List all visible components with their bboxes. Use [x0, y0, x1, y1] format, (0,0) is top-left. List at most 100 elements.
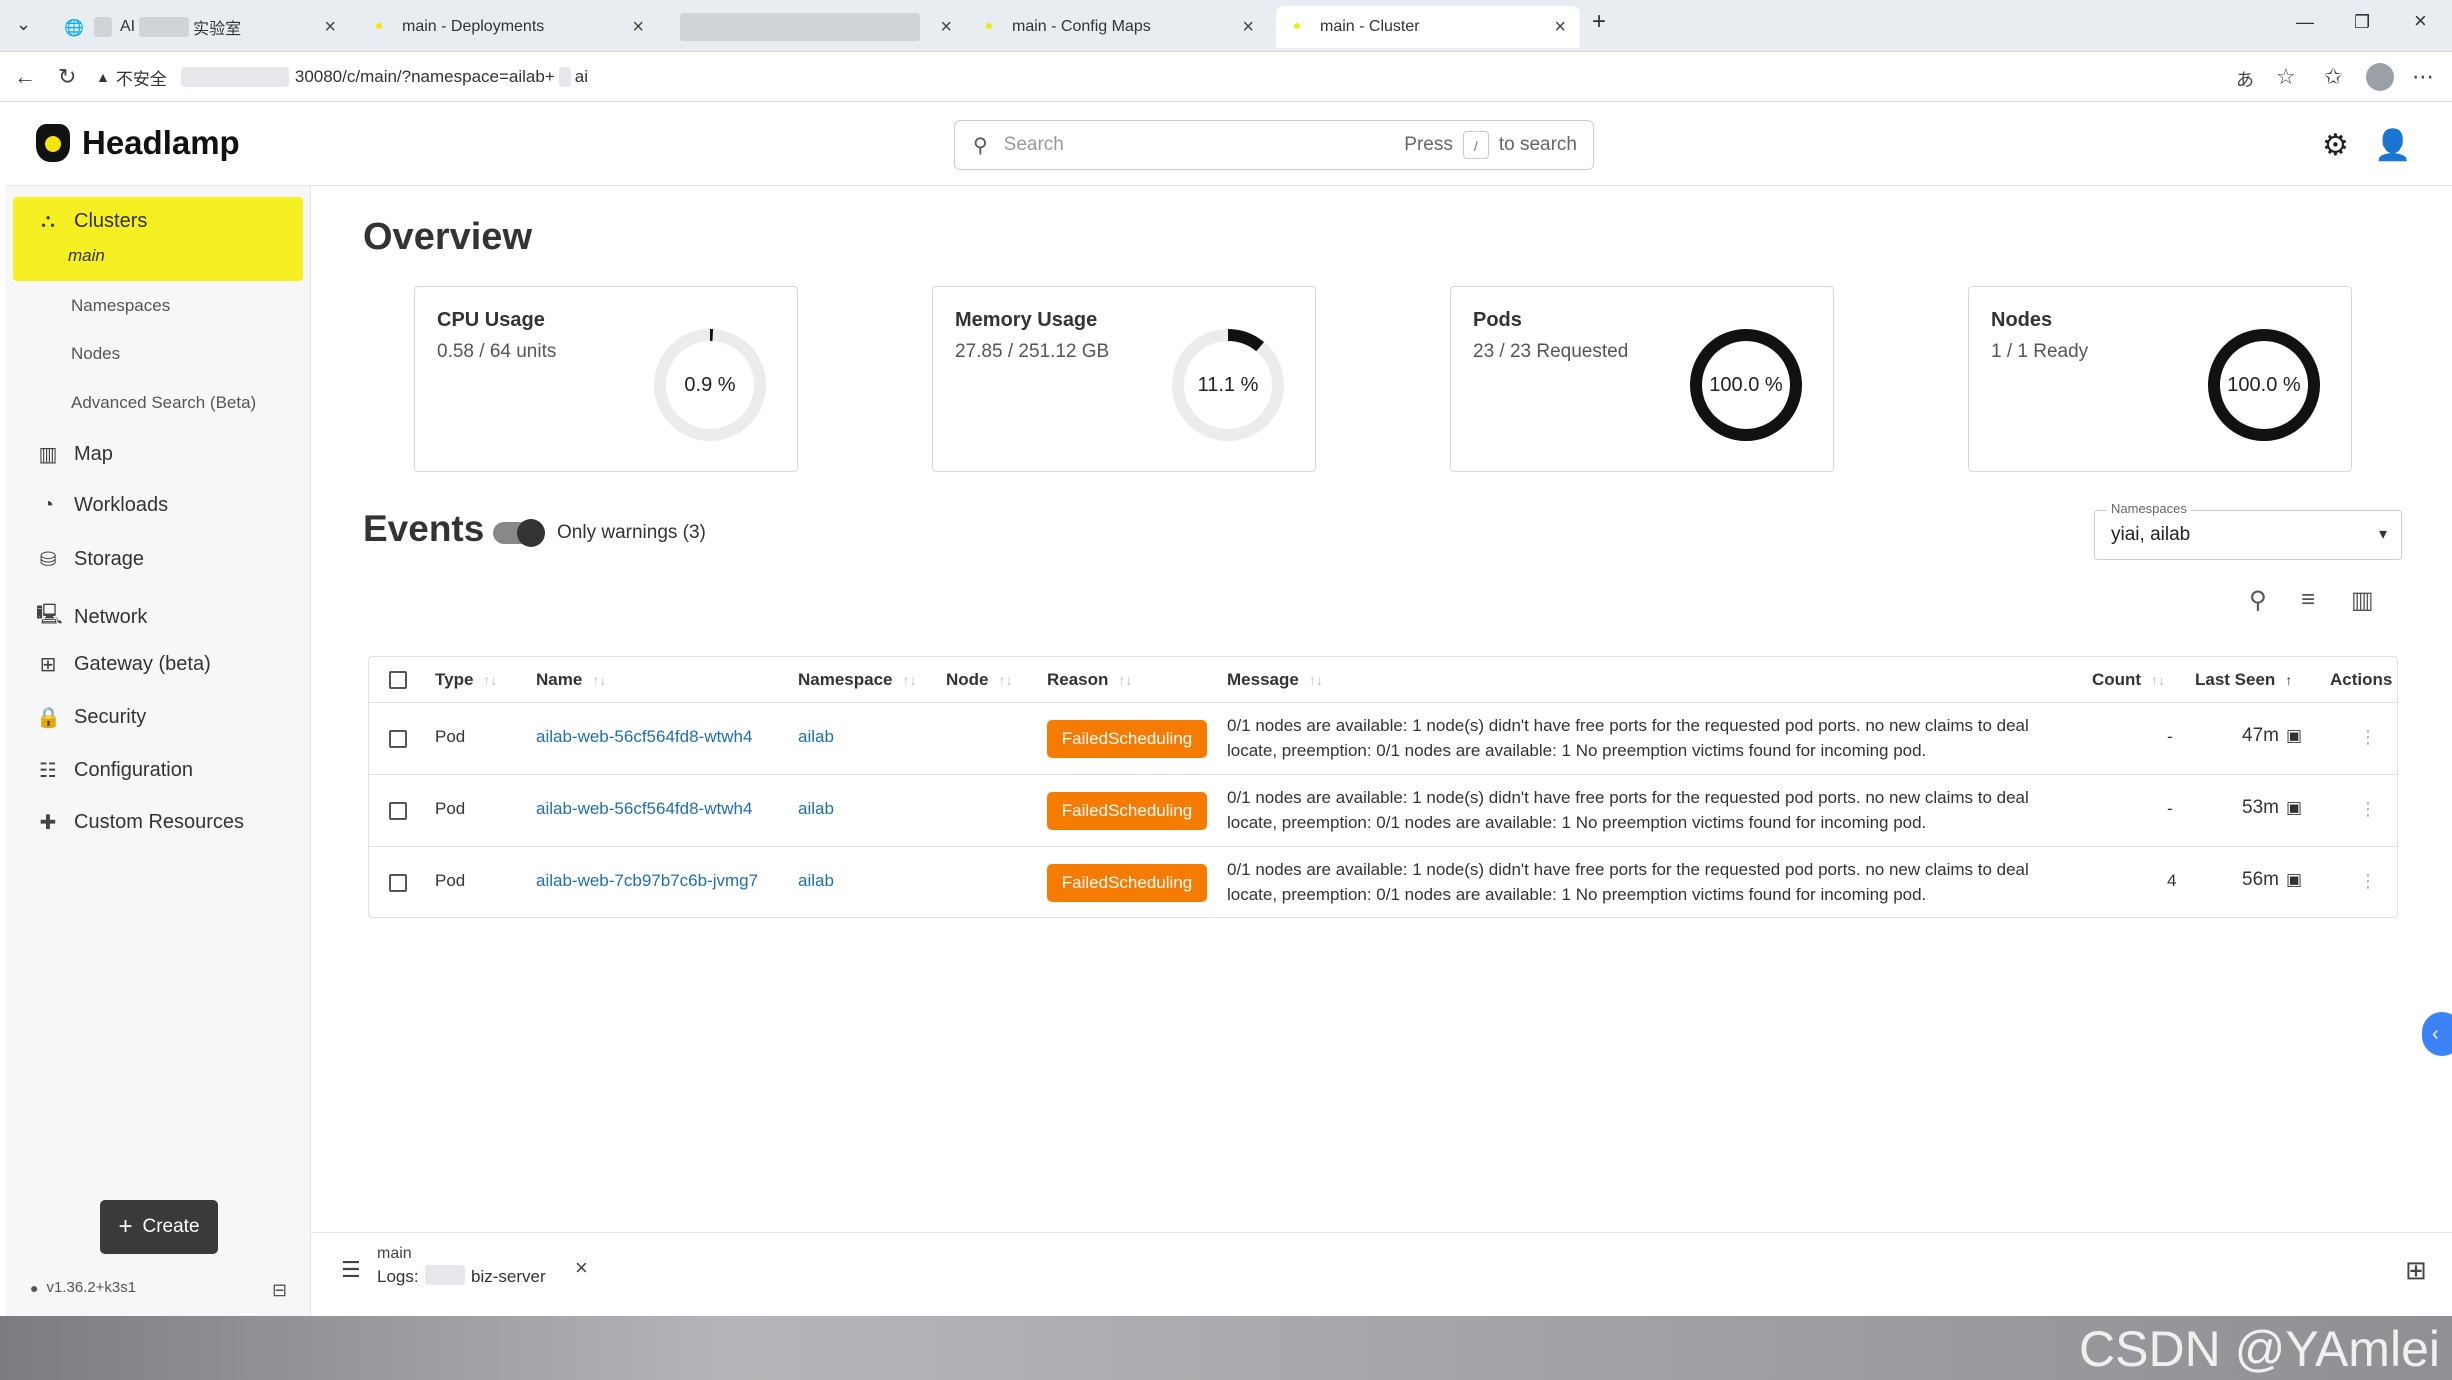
cell-count: 4: [2167, 871, 2177, 890]
close-tab-icon[interactable]: ×: [632, 16, 644, 39]
minimize-icon[interactable]: —: [2296, 12, 2314, 33]
column-header-type[interactable]: Type ↑↓: [435, 657, 497, 703]
cluster-name: main: [68, 246, 105, 265]
browser-tab-4[interactable]: main - Config Maps ×: [968, 6, 1268, 48]
column-header-last-seen[interactable]: Last Seen ↑: [2195, 657, 2292, 703]
blurred-text: [558, 67, 571, 87]
message-line-1: 0/1 nodes are available: 1 node(s) didn'…: [1227, 716, 2029, 735]
sidebar-item-configuration[interactable]: ☷ Configuration: [36, 758, 193, 783]
gateway-icon: ⊞: [39, 654, 57, 676]
url-field[interactable]: ▲ 不安全 30080/c/main/?namespace=ailab+ ai: [96, 58, 2306, 96]
column-header-node[interactable]: Node ↑↓: [946, 657, 1013, 703]
row-checkbox[interactable]: [389, 874, 407, 892]
message-line-2: locate, preemption: 0/1 nodes are availa…: [1227, 885, 1927, 904]
search-input[interactable]: ⚲ Search Press / to search: [954, 120, 1594, 170]
close-logs-icon[interactable]: ×: [575, 1255, 588, 1281]
only-warnings-toggle[interactable]: [493, 519, 545, 547]
lock-icon: 🔒: [36, 707, 61, 729]
grid-layout-icon[interactable]: ⊞: [2405, 1255, 2427, 1286]
user-account-icon[interactable]: 👤: [2374, 128, 2411, 163]
cell-count: -: [2167, 727, 2173, 746]
close-tab-icon[interactable]: ×: [940, 16, 952, 39]
column-header-reason[interactable]: Reason ↑↓: [1047, 657, 1132, 703]
card-title: Memory Usage: [955, 309, 1098, 331]
headlamp-logo[interactable]: Headlamp: [36, 124, 240, 162]
expand-panel-button[interactable]: ‹: [2422, 1012, 2452, 1056]
header-label: Name: [536, 670, 583, 689]
create-button[interactable]: + Create: [100, 1200, 218, 1254]
sidebar-item-label: Map: [74, 443, 113, 465]
browser-tab-2[interactable]: main - Deployments ×: [358, 6, 658, 48]
profile-avatar[interactable]: [2366, 63, 2394, 91]
sidebar-item-storage[interactable]: ⛁ Storage: [36, 547, 144, 572]
screen-bottom-strip: CSDN @YAmlei: [0, 1316, 2452, 1380]
browser-tab-3[interactable]: ×: [666, 6, 966, 48]
settings-gear-icon[interactable]: ⚙: [2322, 128, 2349, 163]
version-info: ● v1.36.2+k3s1: [30, 1279, 136, 1296]
select-all-checkbox[interactable]: [389, 671, 407, 689]
events-title: Events: [363, 508, 485, 549]
sidebar-item-clusters-label[interactable]: ⛬ Clusters: [36, 210, 147, 233]
row-actions-menu-icon[interactable]: ⋮: [2359, 727, 2377, 748]
event-name-link[interactable]: ailab-web-56cf564fd8-wtwh4: [536, 799, 752, 819]
window-close-icon[interactable]: ×: [2414, 8, 2427, 34]
collapse-sidebar-icon[interactable]: ⊟: [272, 1280, 287, 1301]
sidebar-item-gateway[interactable]: ⊞ Gateway (beta): [36, 652, 211, 677]
filter-icon[interactable]: ≡: [2301, 586, 2315, 614]
column-header-name[interactable]: Name ↑↓: [536, 657, 606, 703]
sidebar-item-security[interactable]: 🔒 Security: [36, 705, 146, 730]
more-icon[interactable]: ⋯: [2412, 64, 2434, 90]
sort-icon: ↑↓: [998, 672, 1013, 688]
sidebar-item-network[interactable]: 🖳 Network: [36, 600, 147, 634]
translate-icon[interactable]: あ: [2236, 66, 2254, 92]
namespace-link[interactable]: ailab: [798, 799, 834, 819]
version-text: v1.36.2+k3s1: [46, 1279, 137, 1296]
cpu-usage-card: CPU Usage 0.58 / 64 units 0.9 %: [414, 286, 798, 472]
browser-tab-1[interactable]: 🌐 AI 实验室 ×: [50, 6, 350, 48]
new-tab-icon[interactable]: +: [1592, 8, 1606, 36]
clusters-label: Clusters: [74, 210, 148, 232]
sidebar-item-namespaces[interactable]: Namespaces: [71, 296, 170, 316]
sidebar-item-nodes[interactable]: Nodes: [71, 344, 120, 364]
event-name-link[interactable]: ailab-web-7cb97b7c6b-jvmg7: [536, 871, 758, 891]
column-header-message[interactable]: Message ↑↓: [1227, 657, 1323, 703]
row-actions-menu-icon[interactable]: ⋮: [2359, 871, 2377, 892]
sidebar-item-label: Network: [74, 605, 148, 628]
sidebar-item-custom-resources[interactable]: ✚ Custom Resources: [36, 810, 244, 835]
header-label: Message: [1227, 670, 1299, 689]
sidebar-item-map[interactable]: ▥ Map: [36, 442, 113, 467]
columns-icon[interactable]: ▥: [2351, 586, 2374, 615]
close-tab-icon[interactable]: ×: [1554, 16, 1566, 39]
restore-icon[interactable]: ❐: [2354, 12, 2370, 33]
close-tab-icon[interactable]: ×: [324, 16, 336, 39]
logs-target[interactable]: biz-server: [471, 1267, 546, 1287]
card-percent: 100.0 %: [2227, 373, 2301, 396]
namespace-link[interactable]: ailab: [798, 871, 834, 891]
namespace-link[interactable]: ailab: [798, 727, 834, 747]
card-title: Nodes: [1991, 309, 2053, 331]
favorites-icon[interactable]: ✩: [2324, 64, 2342, 90]
sidebar-item-advanced-search[interactable]: Advanced Search (Beta): [71, 393, 256, 413]
table-search-icon[interactable]: ⚲: [2249, 586, 2267, 615]
event-name-link[interactable]: ailab-web-56cf564fd8-wtwh4: [536, 727, 752, 747]
sidebar-item-workloads[interactable]: ◔ Workloads: [36, 494, 168, 517]
close-tab-icon[interactable]: ×: [1242, 16, 1254, 39]
column-header-count[interactable]: Count ↑↓: [2092, 657, 2165, 703]
row-actions-menu-icon[interactable]: ⋮: [2359, 799, 2377, 820]
reason-badge: FailedScheduling: [1047, 720, 1207, 758]
back-icon[interactable]: ←: [14, 64, 36, 90]
tab-list-chevron-icon[interactable]: ⌄: [16, 14, 31, 35]
reload-icon[interactable]: ↻: [58, 64, 76, 90]
star-icon[interactable]: ☆: [2276, 64, 2296, 90]
configuration-icon: ☷: [39, 760, 57, 782]
tab-title-suffix: 实验室: [193, 21, 242, 38]
browser-tab-5-active[interactable]: main - Cluster ×: [1276, 6, 1580, 48]
column-header-namespace[interactable]: Namespace ↑↓: [798, 657, 917, 703]
row-checkbox[interactable]: [389, 802, 407, 820]
row-checkbox[interactable]: [389, 730, 407, 748]
calendar-icon: ▣: [2286, 798, 2303, 817]
version-icon: ●: [30, 1279, 39, 1296]
namespaces-select[interactable]: Namespaces yiai, ailab ▾: [2094, 501, 2402, 560]
globe-icon: 🌐: [64, 20, 84, 37]
url-text-tail: ai: [574, 67, 588, 86]
